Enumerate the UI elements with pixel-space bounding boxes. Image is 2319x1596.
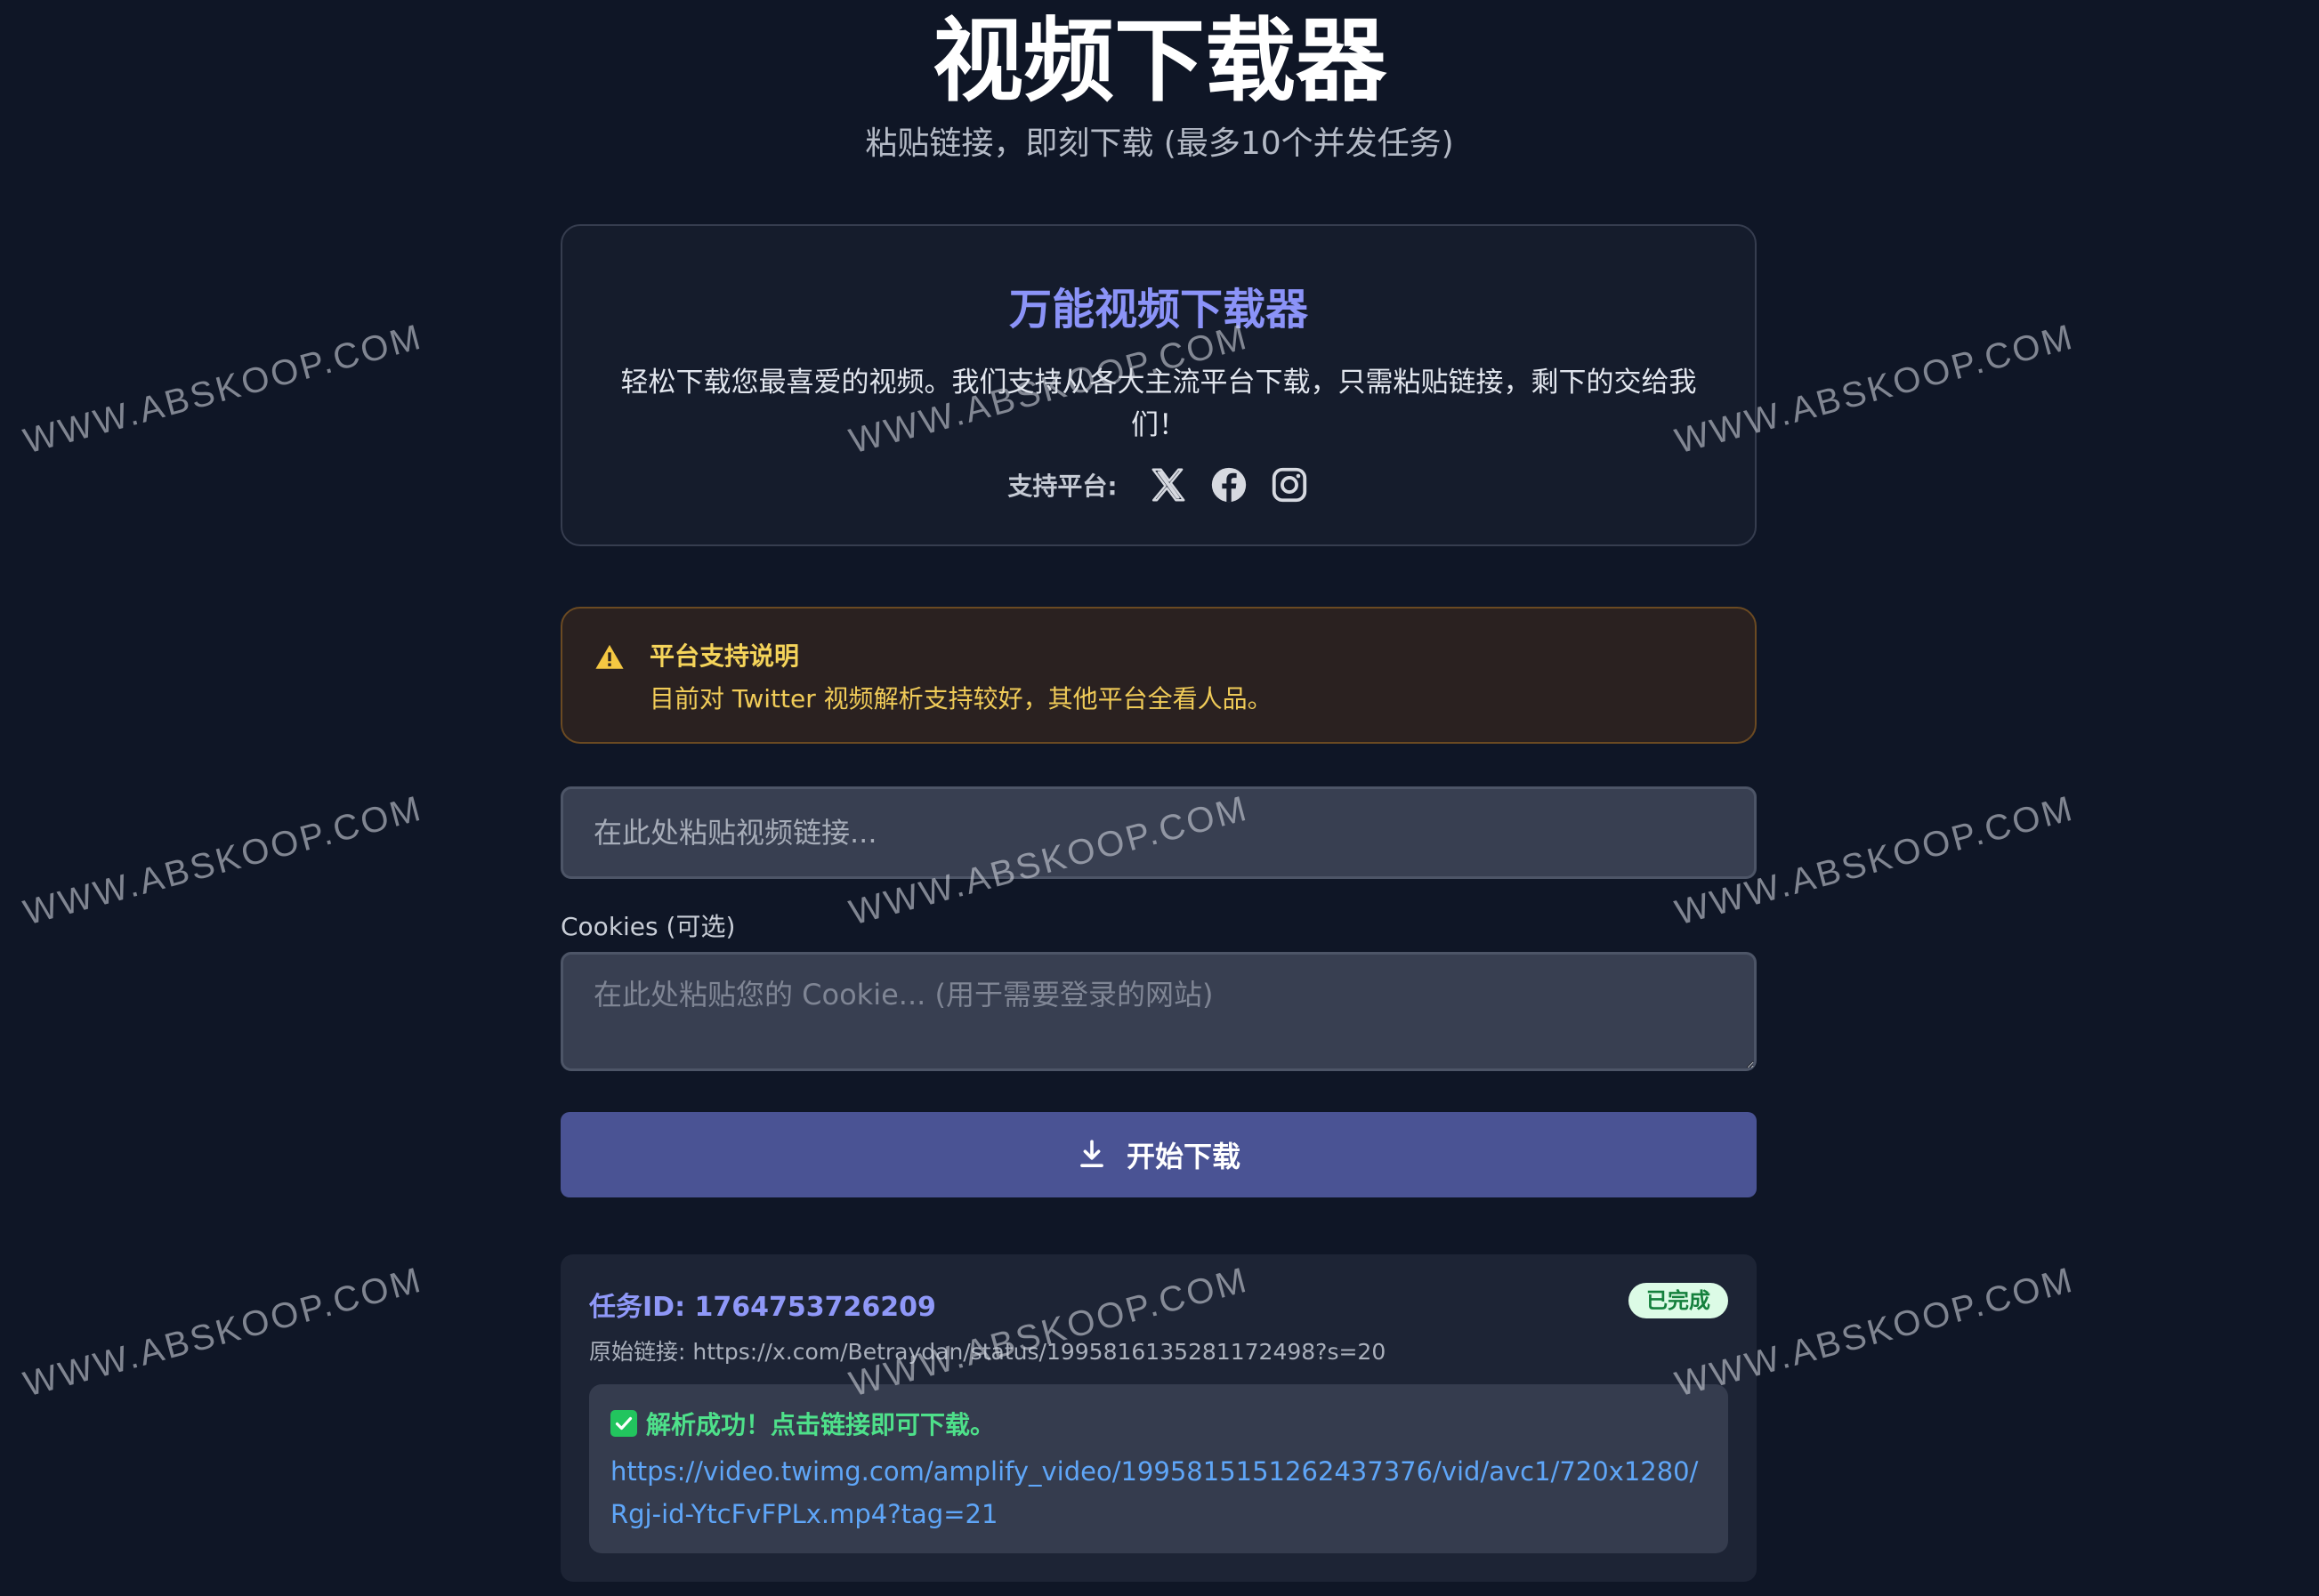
instagram-icon [1269, 464, 1310, 505]
platform-notice: 平台支持说明 目前对 Twitter 视频解析支持较好，其他平台全看人品。 [561, 607, 1757, 744]
task-card: 任务ID: 1764753726209 已完成 原始链接: https://x.… [561, 1254, 1757, 1582]
page: 视频下载器 粘贴链接，即刻下载 (最多10个并发任务) 万能视频下载器 轻松下载… [0, 0, 2319, 1596]
cookies-textarea[interactable] [561, 952, 1757, 1071]
task-id: 任务ID: 1764753726209 [589, 1292, 936, 1323]
status-badge: 已完成 [1628, 1283, 1728, 1318]
supported-platforms: 支持平台: [562, 464, 1755, 505]
notice-text: 目前对 Twitter 视频解析支持较好，其他平台全看人品。 [650, 684, 1273, 713]
download-icon [1077, 1138, 1107, 1173]
result-panel: 解析成功！点击链接即可下载。 https://video.twimg.com/a… [589, 1384, 1728, 1553]
intro-title: 万能视频下载器 [1008, 285, 1308, 335]
original-link: 原始链接: https://x.com/Betraydan/status/199… [589, 1339, 1386, 1365]
page-title: 视频下载器 [933, 9, 1386, 115]
intro-card: 万能视频下载器 轻松下载您最喜爱的视频。我们支持从各大主流平台下载，只需粘贴链接… [561, 224, 1757, 546]
result-message: 解析成功！点击链接即可下载。 [610, 1406, 995, 1441]
watermark: WWW.ABSKOOP.COM [20, 1260, 427, 1405]
notice-title: 平台支持说明 [650, 641, 800, 671]
x-twitter-icon [1148, 464, 1189, 505]
video-url-input[interactable] [561, 786, 1757, 879]
watermark: WWW.ABSKOOP.COM [20, 317, 427, 462]
result-message-text: 解析成功！点击链接即可下载。 [646, 1410, 996, 1439]
check-icon [610, 1410, 637, 1437]
start-download-button[interactable]: 开始下载 [561, 1112, 1757, 1197]
page-subtitle: 粘贴链接，即刻下载 (最多10个并发任务) [865, 125, 1454, 162]
facebook-icon [1208, 464, 1249, 505]
cookies-label: Cookies (可选) [561, 912, 736, 941]
warning-icon [594, 642, 625, 673]
start-download-label: 开始下载 [1126, 1141, 1240, 1173]
watermark: WWW.ABSKOOP.COM [20, 788, 427, 933]
platforms-label: 支持平台: [1007, 472, 1118, 501]
intro-description: 轻松下载您最喜爱的视频。我们支持从各大主流平台下载，只需粘贴链接，剩下的交给我们… [620, 367, 1697, 441]
download-link[interactable]: https://video.twimg.com/amplify_video/19… [610, 1450, 1710, 1536]
